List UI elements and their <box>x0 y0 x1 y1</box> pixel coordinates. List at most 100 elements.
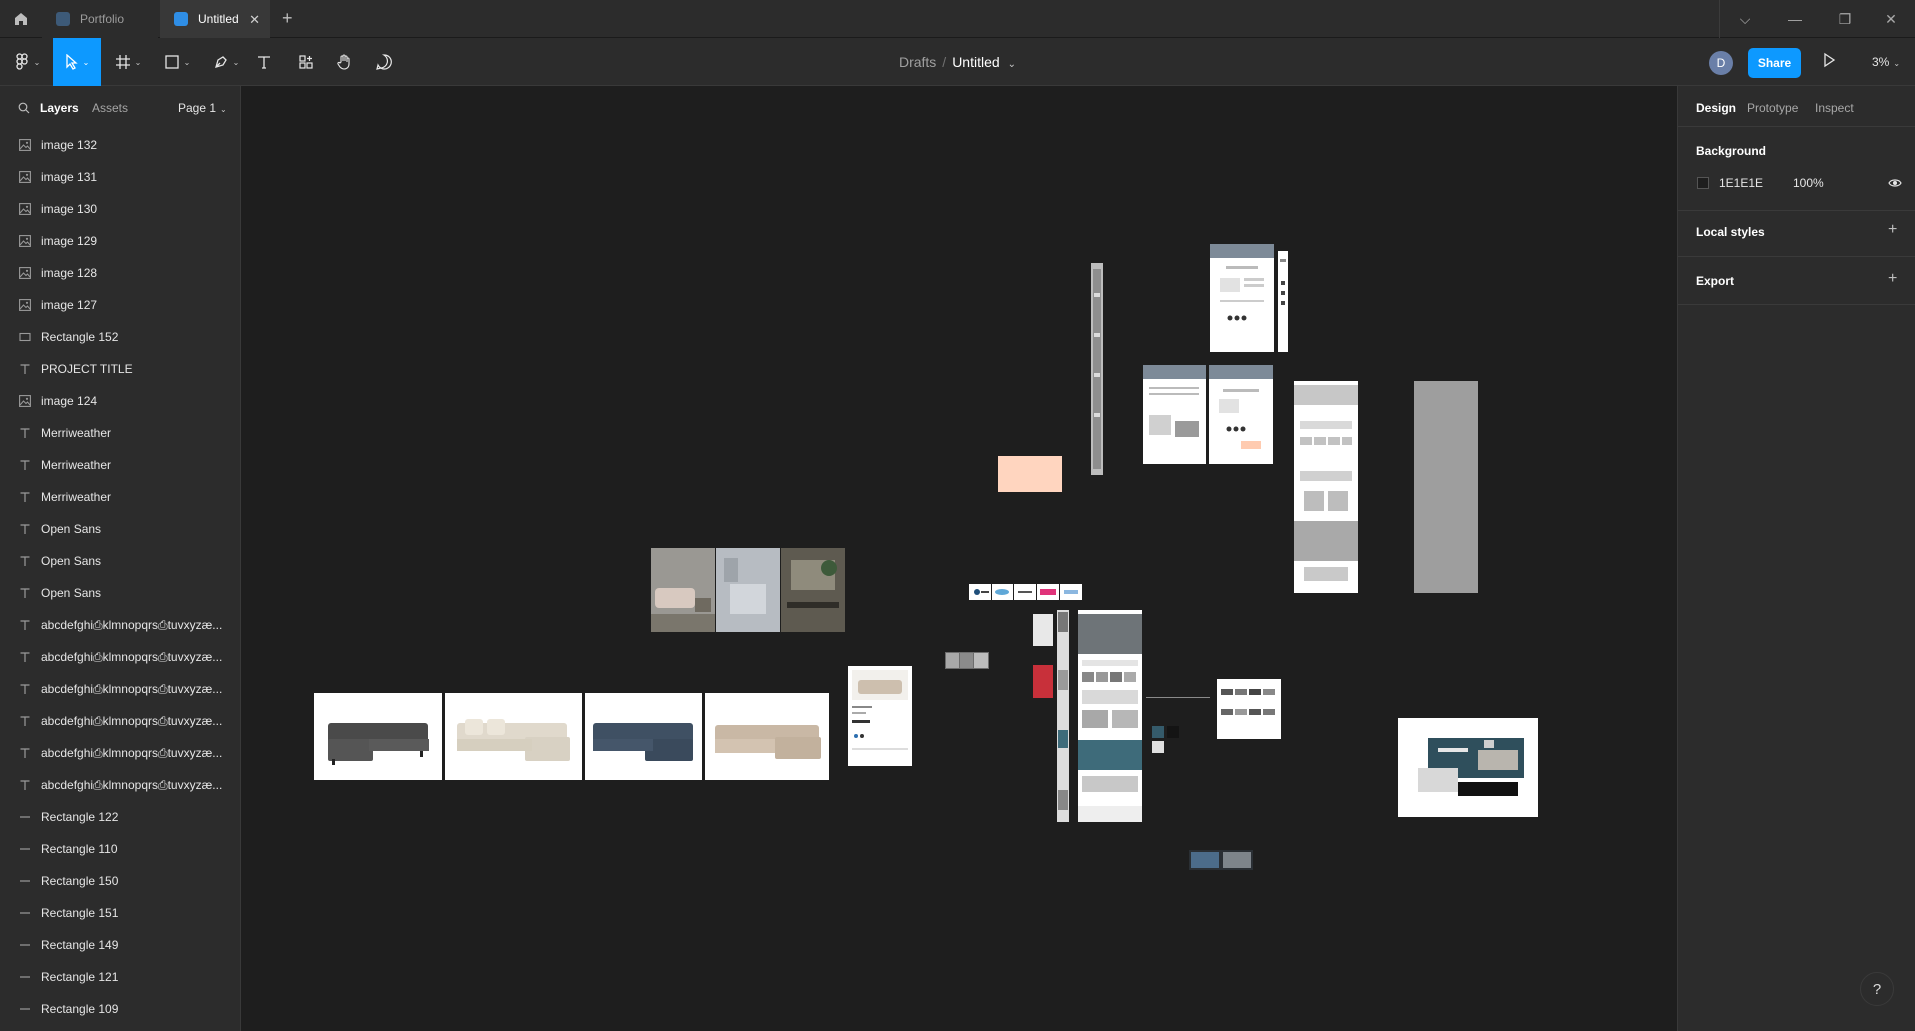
placeholder-rectangle[interactable] <box>1414 381 1478 593</box>
page-selector[interactable]: Page 1 ⌄ <box>178 101 227 115</box>
resources-button[interactable] <box>296 38 316 86</box>
thumbnail-strip[interactable] <box>945 652 989 669</box>
landing-page-frame[interactable] <box>1398 718 1538 817</box>
site-wireframe-frame[interactable] <box>1294 381 1358 593</box>
search-icon[interactable] <box>18 101 30 119</box>
pen-tool-button[interactable]: ⌄ <box>206 38 246 86</box>
image-frame[interactable] <box>445 693 582 780</box>
tabs-dropdown-button[interactable]: ⌵ <box>1720 0 1770 38</box>
layer-row[interactable]: Merriweather <box>0 417 241 449</box>
mobile-frame[interactable] <box>1057 610 1069 822</box>
layer-row[interactable]: abcdefghi⎙klmnopqrs⎙tuvxyzæ... <box>0 609 241 641</box>
room-image[interactable] <box>651 548 715 632</box>
layer-row[interactable]: abcdefghi⎙klmnopqrs⎙tuvxyzæ... <box>0 769 241 801</box>
room-image[interactable] <box>716 548 780 632</box>
chevron-down-icon[interactable]: ⌄ <box>1008 59 1016 70</box>
shape-tool-button[interactable]: ⌄ <box>157 38 197 86</box>
hand-tool-button[interactable] <box>335 38 355 86</box>
layer-row[interactable]: image 127 <box>0 289 241 321</box>
present-button[interactable] <box>1822 52 1836 73</box>
image-frame[interactable] <box>314 693 442 780</box>
layer-row[interactable]: Rectangle 149 <box>0 929 241 961</box>
layer-row[interactable]: Rectangle 122 <box>0 801 241 833</box>
avatar[interactable]: D <box>1709 51 1733 75</box>
color-chip[interactable] <box>1152 741 1164 753</box>
thumbnail-pair[interactable] <box>1189 850 1253 870</box>
tab-assets[interactable]: Assets <box>92 101 128 115</box>
layer-row[interactable]: image 128 <box>0 257 241 289</box>
layer-row[interactable]: image 130 <box>0 193 241 225</box>
wireframe-frame[interactable] <box>1209 365 1273 464</box>
add-style-icon[interactable]: + <box>1888 221 1897 239</box>
color-swatch-peach[interactable] <box>998 456 1062 492</box>
layer-row[interactable]: Merriweather <box>0 481 241 513</box>
add-export-icon[interactable]: + <box>1888 270 1897 288</box>
layer-row[interactable]: abcdefghi⎙klmnopqrs⎙tuvxyzæ... <box>0 641 241 673</box>
logo-tile[interactable] <box>1037 584 1059 600</box>
color-chip[interactable] <box>1152 726 1164 738</box>
tab-untitled[interactable]: Untitled ✕ <box>160 0 270 38</box>
layer-row[interactable]: Open Sans <box>0 577 241 609</box>
restore-button[interactable]: ❐ <box>1820 0 1870 38</box>
layer-row[interactable]: image 124 <box>0 385 241 417</box>
room-image[interactable] <box>781 548 845 632</box>
eye-icon[interactable] <box>1888 176 1902 194</box>
mobile-frame[interactable] <box>1091 263 1103 475</box>
homepage-frame[interactable] <box>1078 610 1142 822</box>
layer-row[interactable]: Merriweather <box>0 449 241 481</box>
layer-row[interactable]: Rectangle 121 <box>0 961 241 993</box>
close-window-button[interactable]: ✕ <box>1866 0 1915 38</box>
tab-portfolio[interactable]: Portfolio <box>42 0 158 38</box>
new-tab-button[interactable]: + <box>282 8 293 29</box>
tab-inspect[interactable]: Inspect <box>1815 101 1854 115</box>
layer-row[interactable]: Open Sans <box>0 513 241 545</box>
small-frame[interactable] <box>1033 614 1053 646</box>
background-opacity-input[interactable]: 100% <box>1793 176 1824 190</box>
layer-row[interactable]: Rectangle 109 <box>0 993 241 1025</box>
home-button[interactable] <box>0 0 42 38</box>
tab-prototype[interactable]: Prototype <box>1747 101 1798 115</box>
layer-row[interactable]: image 132 <box>0 129 241 161</box>
text-tool-button[interactable] <box>254 38 274 86</box>
layer-row[interactable]: abcdefghi⎙klmnopqrs⎙tuvxyzæ... <box>0 737 241 769</box>
image-frame[interactable] <box>705 693 829 780</box>
wireframe-frame[interactable] <box>1143 365 1206 464</box>
comment-tool-button[interactable] <box>374 38 394 86</box>
breadcrumb-folder[interactable]: Drafts <box>899 54 936 70</box>
image-frame[interactable] <box>585 693 702 780</box>
help-button[interactable]: ? <box>1860 972 1894 1006</box>
logo-tile[interactable] <box>969 584 991 600</box>
zoom-dropdown[interactable]: 3% ⌄ <box>1872 55 1900 69</box>
move-tool-button[interactable]: ⌄ <box>53 38 101 86</box>
logo-tile[interactable] <box>1014 584 1036 600</box>
layer-row[interactable]: abcdefghi⎙klmnopqrs⎙tuvxyzæ... <box>0 705 241 737</box>
tab-layers[interactable]: Layers <box>40 101 79 115</box>
product-page-frame[interactable] <box>848 666 912 766</box>
canvas[interactable] <box>242 86 1677 1031</box>
layer-row[interactable]: Open Sans <box>0 545 241 577</box>
color-chip[interactable] <box>1167 726 1179 738</box>
close-tab-icon[interactable]: ✕ <box>249 12 260 28</box>
mobile-wireframe[interactable] <box>1278 251 1288 352</box>
file-name[interactable]: Untitled <box>952 54 999 70</box>
layer-row[interactable]: Rectangle 110 <box>0 833 241 865</box>
background-hex-input[interactable]: 1E1E1E <box>1719 176 1763 190</box>
layer-row[interactable]: Rectangle 151 <box>0 897 241 929</box>
layer-row[interactable]: abcdefghi⎙klmnopqrs⎙tuvxyzæ... <box>0 673 241 705</box>
layer-row[interactable]: Rectangle 150 <box>0 865 241 897</box>
logo-tile[interactable] <box>1060 584 1082 600</box>
layer-row[interactable]: image 131 <box>0 161 241 193</box>
minimize-button[interactable]: — <box>1770 0 1820 38</box>
background-color-swatch[interactable] <box>1697 177 1709 189</box>
share-button[interactable]: Share <box>1748 48 1801 78</box>
layer-row[interactable]: PROJECT TITLE <box>0 353 241 385</box>
wireframe-frame[interactable] <box>1210 244 1274 352</box>
layer-row[interactable]: image 129 <box>0 225 241 257</box>
tab-design[interactable]: Design <box>1696 101 1736 115</box>
product-grid-frame[interactable] <box>1217 679 1281 739</box>
color-swatch-red[interactable] <box>1033 665 1053 698</box>
logo-tile[interactable] <box>992 584 1013 600</box>
frame-tool-button[interactable]: ⌄ <box>108 38 148 86</box>
layer-row[interactable]: Rectangle 152 <box>0 321 241 353</box>
main-menu-button[interactable]: ⌄ <box>8 38 48 86</box>
